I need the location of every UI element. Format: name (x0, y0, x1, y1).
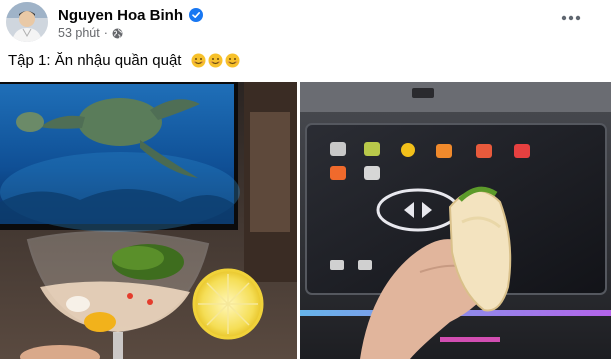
author-line: Nguyen Hoa Binh (58, 6, 204, 24)
verified-badge-icon (189, 8, 204, 22)
photo-cocktail-glass-tv[interactable] (0, 82, 297, 359)
post-photos (0, 82, 611, 359)
meta-separator: · (103, 26, 108, 40)
more-options-icon[interactable] (557, 8, 585, 28)
globe-icon[interactable] (112, 28, 123, 39)
facebook-post: Nguyen Hoa Binh 53 phút · Tập 1: Ăn nhậu… (0, 0, 611, 359)
smiling-face-emoji (191, 53, 206, 68)
post-timestamp[interactable]: 53 phút (58, 26, 100, 40)
post-caption: Tập 1: Ăn nhậu quần quật (8, 52, 240, 69)
photo-car-dashboard-sandwich[interactable] (300, 82, 611, 359)
post-meta: 53 phút · (58, 26, 123, 40)
post-header: Nguyen Hoa Binh 53 phút · (0, 0, 611, 44)
smiling-face-emoji (208, 53, 223, 68)
avatar[interactable] (6, 2, 48, 42)
author-name[interactable]: Nguyen Hoa Binh (58, 7, 183, 24)
smiling-face-emoji (225, 53, 240, 68)
caption-text: Tập 1: Ăn nhậu quần quật (8, 52, 182, 69)
